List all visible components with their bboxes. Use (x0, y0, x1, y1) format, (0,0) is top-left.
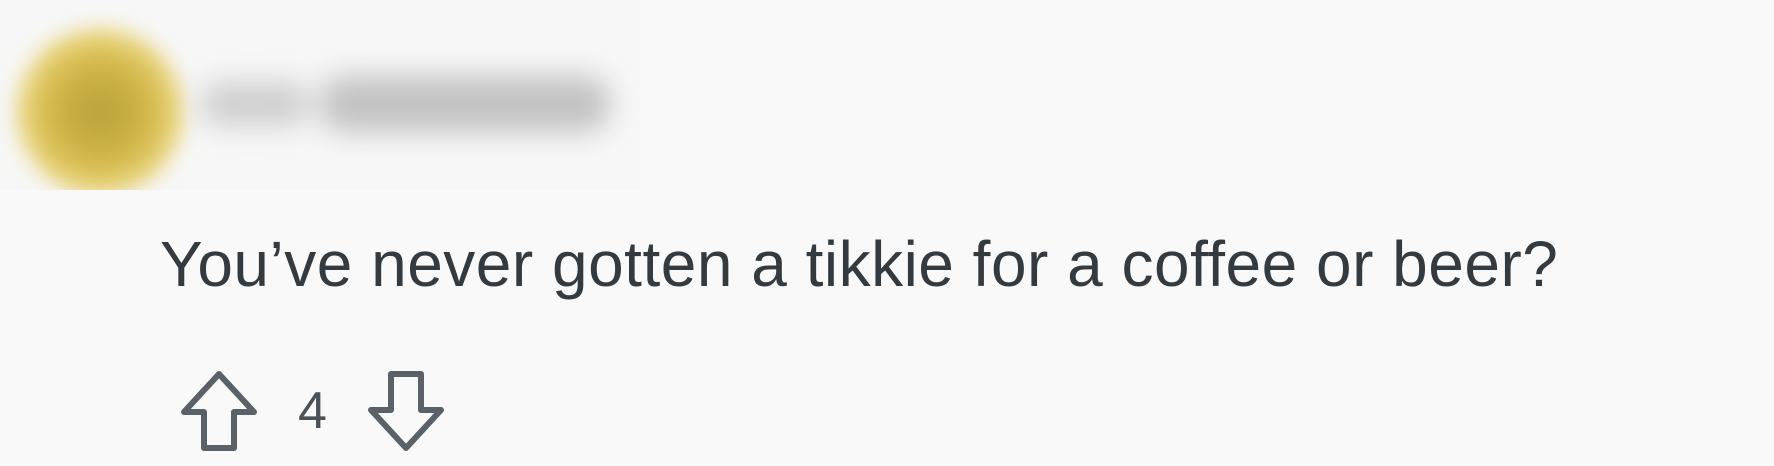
comment-header-redacted (0, 0, 640, 190)
avatar[interactable] (16, 28, 184, 190)
username-blur-segment (200, 82, 310, 126)
username-redacted[interactable] (200, 76, 610, 134)
downvote-button[interactable] (367, 368, 445, 454)
upvote-button[interactable] (180, 368, 258, 454)
arrow-down-outline-icon (367, 371, 444, 451)
username-blur-segment (320, 76, 610, 132)
arrow-up-outline-icon (181, 371, 257, 451)
vote-score: 4 (298, 382, 327, 440)
vote-bar: 4 (180, 368, 445, 454)
comment: You’ve never gotten a tikkie for a coffe… (0, 0, 1774, 466)
comment-body: You’ve never gotten a tikkie for a coffe… (160, 228, 1559, 300)
